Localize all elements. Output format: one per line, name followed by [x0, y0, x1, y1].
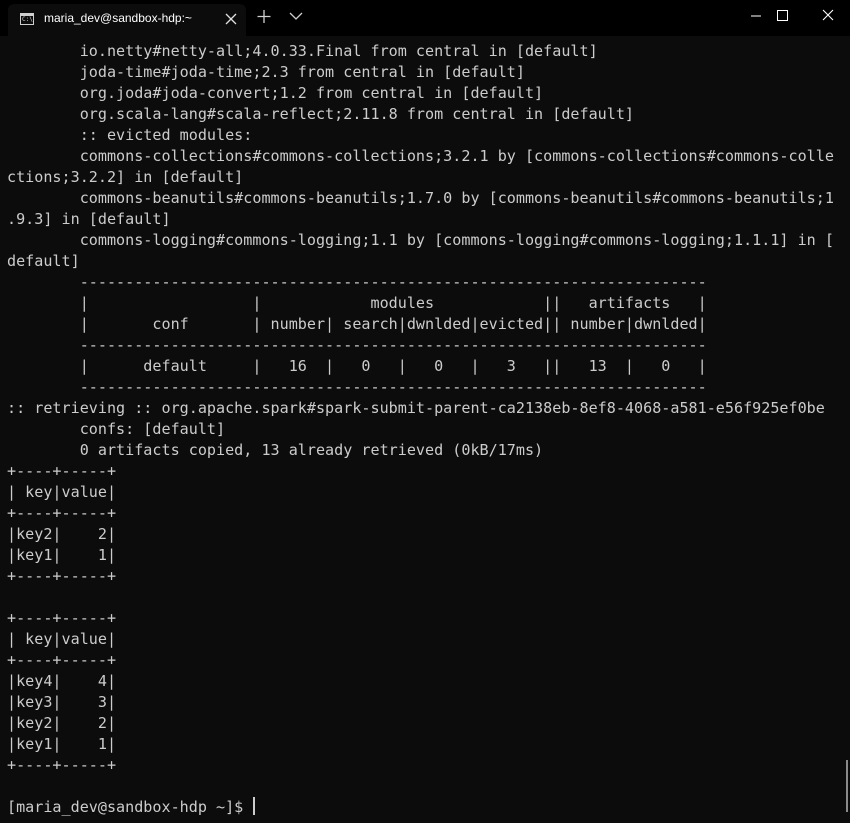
terminal-line: io.netty#netty-all;4.0.33.Final from cen… — [7, 42, 598, 60]
terminal-icon: C:\ — [20, 13, 34, 25]
terminal-line: confs: [default] — [7, 420, 226, 438]
terminal-window: C:\ maria_dev@sandbox-hdp:~ io.netty#net… — [0, 0, 850, 823]
title-bar[interactable]: C:\ maria_dev@sandbox-hdp:~ — [0, 0, 850, 36]
command-prompt-line[interactable]: [maria_dev@sandbox-hdp ~]$ — [7, 797, 843, 818]
terminal-line: ----------------------------------------… — [7, 378, 707, 396]
terminal-line: 0 artifacts copied, 13 already retrieved… — [7, 441, 544, 459]
terminal-line: |key4| 4| — [7, 672, 117, 690]
terminal-line: | default | 16 | 0 | 0 | 3 || 13 | 0 | — [7, 357, 707, 375]
scrollbar[interactable] — [846, 760, 848, 812]
terminal-line: org.scala-lang#scala-reflect;2.11.8 from… — [7, 105, 635, 123]
terminal-line: :: evicted modules: — [7, 126, 253, 144]
terminal-line: joda-time#joda-time;2.3 from central in … — [7, 63, 525, 81]
text-cursor — [253, 797, 256, 815]
terminal-line: commons-logging#commons-logging;1.1 by [… — [7, 231, 834, 249]
terminal-line: | key|value| — [7, 630, 117, 648]
terminal-line: ----------------------------------------… — [7, 336, 707, 354]
terminal-line: +----+-----+ — [7, 567, 117, 585]
terminal-line: |key1| 1| — [7, 735, 117, 753]
terminal-line: ----------------------------------------… — [7, 273, 707, 291]
terminal-line: +----+-----+ — [7, 609, 117, 627]
terminal-line: commons-beanutils#commons-beanutils;1.7.… — [7, 189, 834, 207]
terminal-line: |key3| 3| — [7, 693, 117, 711]
terminal-line: +----+-----+ — [7, 756, 117, 774]
tab-title: maria_dev@sandbox-hdp:~ — [44, 11, 192, 25]
terminal-line: +----+-----+ — [7, 651, 117, 669]
maximize-icon[interactable] — [760, 0, 804, 32]
terminal-line: | conf | number| search|dwnlded|evicted|… — [7, 315, 707, 333]
terminal-output[interactable]: io.netty#netty-all;4.0.33.Final from cen… — [7, 41, 843, 818]
new-tab-icon[interactable] — [252, 0, 276, 32]
terminal-line: | key|value| — [7, 483, 117, 501]
terminal-line: |key2| 2| — [7, 714, 117, 732]
terminal-icon-text: C:\ — [22, 16, 33, 23]
terminal-line: |key1| 1| — [7, 546, 117, 564]
tab-terminal[interactable]: C:\ maria_dev@sandbox-hdp:~ — [8, 4, 246, 36]
terminal-line: .9.3] in [default] — [7, 210, 171, 228]
terminal-line: ctions;3.2.2] in [default] — [7, 168, 244, 186]
terminal-line: |key2| 2| — [7, 525, 117, 543]
command-prompt: [maria_dev@sandbox-hdp ~]$ — [7, 798, 253, 816]
terminal-line: | | modules || artifacts | — [7, 294, 707, 312]
terminal-line: default] — [7, 252, 80, 270]
close-window-icon[interactable] — [806, 0, 850, 32]
chevron-down-icon[interactable] — [284, 0, 308, 32]
terminal-line: +----+-----+ — [7, 462, 117, 480]
terminal-line: org.joda#joda-convert;1.2 from central i… — [7, 84, 544, 102]
terminal-line: :: retrieving :: org.apache.spark#spark-… — [7, 399, 825, 417]
terminal-line: +----+-----+ — [7, 504, 117, 522]
close-tab-icon[interactable] — [222, 10, 240, 28]
terminal-line: commons-collections#commons-collections;… — [7, 147, 834, 165]
